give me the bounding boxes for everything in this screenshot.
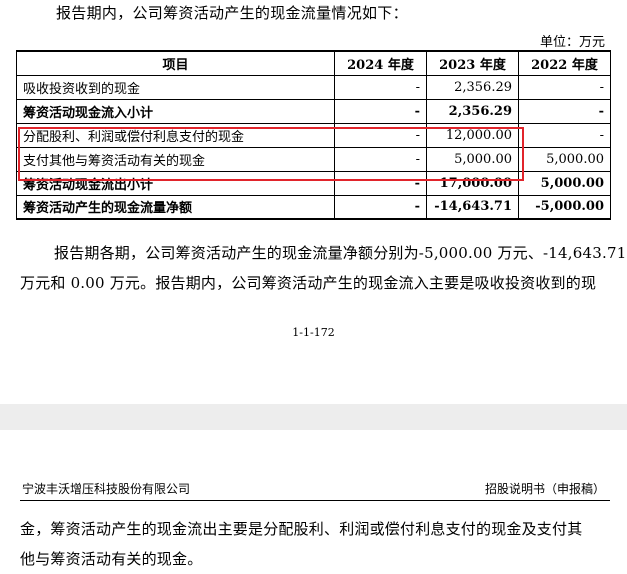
row-label: 吸收投资收到的现金 bbox=[16, 74, 335, 100]
document-page-2: 宁波丰沃增压科技股份有限公司 招股说明书（申报稿） 金，筹资活动产生的现金流出主… bbox=[0, 430, 627, 568]
row-label: 筹资活动现金流入小计 bbox=[16, 98, 335, 124]
company-name-header: 宁波丰沃增压科技股份有限公司 bbox=[22, 482, 191, 496]
table-row: 支付其他与筹资活动有关的现金 - 5,000.00 5,000.00 bbox=[16, 146, 611, 172]
table-row: 筹资活动现金流出小计 - 17,000.00 5,000.00 bbox=[16, 170, 611, 196]
paragraph-line: 报告期各期，公司筹资活动产生的现金流量净额分别为-5,000.00 万元、-14… bbox=[54, 244, 627, 262]
cell-2024: - bbox=[334, 194, 427, 220]
row-label: 支付其他与筹资活动有关的现金 bbox=[16, 146, 335, 172]
cell-2024: - bbox=[334, 170, 427, 196]
cell-2023: 17,000.00 bbox=[426, 170, 519, 196]
cell-2023: 2,356.29 bbox=[426, 74, 519, 100]
cell-2022: - bbox=[518, 98, 611, 124]
analysis-paragraph: 报告期各期，公司筹资活动产生的现金流量净额分别为-5,000.00 万元、-14… bbox=[20, 238, 627, 298]
row-label: 筹资活动产生的现金流量净额 bbox=[16, 194, 335, 220]
continued-paragraph: 金，筹资活动产生的现金流出主要是分配股利、利润或偿付利息支付的现金及支付其 他与… bbox=[20, 514, 612, 574]
header-2023: 2023 年度 bbox=[426, 50, 519, 76]
document-page-1: 报告期内，公司筹资活动产生的现金流量情况如下： 单位：万元 项目 2024 年度… bbox=[0, 0, 627, 404]
cell-2023: 5,000.00 bbox=[426, 146, 519, 172]
cell-2023: 12,000.00 bbox=[426, 122, 519, 148]
cash-flow-table: 项目 2024 年度 2023 年度 2022 年度 吸收投资收到的现金 - 2… bbox=[16, 50, 611, 220]
cell-2024: - bbox=[334, 74, 427, 100]
cell-2022: 5,000.00 bbox=[518, 146, 611, 172]
row-label: 筹资活动现金流出小计 bbox=[16, 170, 335, 196]
table-row: 分配股利、利润或偿付利息支付的现金 - 12,000.00 - bbox=[16, 122, 611, 148]
header-2022: 2022 年度 bbox=[518, 50, 611, 76]
unit-label: 单位：万元 bbox=[539, 35, 605, 50]
paragraph-line: 万元和 0.00 万元。报告期内，公司筹资活动产生的现金流入主要是吸收投资收到的… bbox=[20, 274, 597, 292]
table-row: 筹资活动现金流入小计 - 2,356.29 - bbox=[16, 98, 611, 124]
page-separator bbox=[0, 404, 627, 430]
document-type-header: 招股说明书（申报稿） bbox=[484, 482, 605, 496]
table-row: 吸收投资收到的现金 - 2,356.29 - bbox=[16, 74, 611, 100]
cell-2022: - bbox=[518, 74, 611, 100]
row-label: 分配股利、利润或偿付利息支付的现金 bbox=[16, 122, 335, 148]
cell-2022: 5,000.00 bbox=[518, 170, 611, 196]
header-rule bbox=[20, 500, 610, 501]
cell-2022: -5,000.00 bbox=[518, 194, 611, 220]
cell-2024: - bbox=[334, 122, 427, 148]
header-2024: 2024 年度 bbox=[334, 50, 427, 76]
cell-2023: -14,643.71 bbox=[426, 194, 519, 220]
page-number: 1-1-172 bbox=[292, 326, 335, 339]
intro-text: 报告期内，公司筹资活动产生的现金流量情况如下： bbox=[56, 4, 408, 22]
header-item: 项目 bbox=[16, 50, 335, 76]
paragraph-line: 金，筹资活动产生的现金流出主要是分配股利、利润或偿付利息支付的现金及支付其 bbox=[20, 520, 583, 538]
cell-2024: - bbox=[334, 146, 427, 172]
cell-2022: - bbox=[518, 122, 611, 148]
table-header-row: 项目 2024 年度 2023 年度 2022 年度 bbox=[16, 50, 611, 76]
table-row: 筹资活动产生的现金流量净额 - -14,643.71 -5,000.00 bbox=[16, 194, 611, 220]
cell-2023: 2,356.29 bbox=[426, 98, 519, 124]
paragraph-line: 他与筹资活动有关的现金。 bbox=[20, 550, 203, 568]
cell-2024: - bbox=[334, 98, 427, 124]
